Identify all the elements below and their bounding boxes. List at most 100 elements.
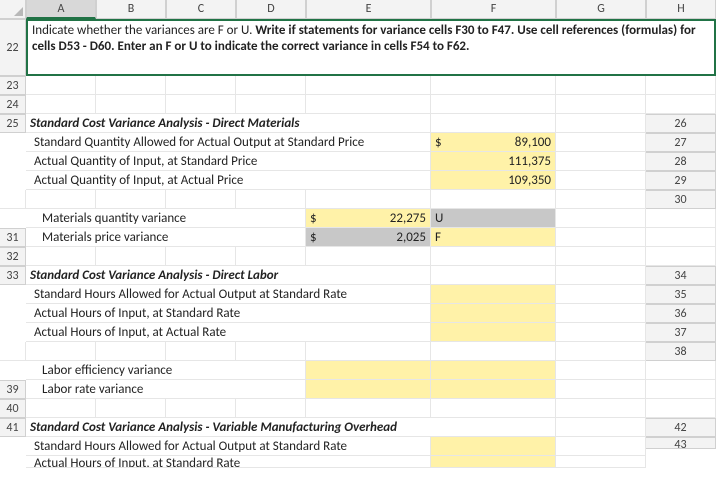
cell-E31[interactable]: $ 2,025 (306, 228, 431, 247)
cell-A26[interactable]: Standard Quantity Allowed for Actual Out… (26, 133, 431, 152)
cell-F30[interactable]: U (431, 209, 556, 228)
cell-D37[interactable] (166, 342, 236, 361)
cell-H32[interactable] (646, 247, 716, 266)
cell-E38[interactable] (306, 361, 431, 380)
row-header-26[interactable]: 26 (646, 114, 716, 133)
cell-G24[interactable] (556, 95, 646, 114)
row-header-27[interactable]: 27 (646, 133, 716, 152)
row-header-42[interactable]: 42 (646, 418, 716, 437)
row-header-23[interactable]: 23 (0, 76, 26, 95)
cell-B23[interactable] (96, 76, 166, 95)
col-header-D[interactable]: D (236, 0, 306, 19)
col-header-G[interactable]: G (556, 0, 646, 19)
cell-F38[interactable] (431, 361, 556, 380)
cell-D32[interactable] (236, 247, 306, 266)
cell-A37[interactable] (0, 342, 26, 361)
row-header-31[interactable]: 31 (0, 228, 26, 247)
cell-A41[interactable]: Standard Cost Variance Analysis - Variab… (26, 418, 556, 437)
cell-G34[interactable] (431, 285, 556, 304)
cell-E24[interactable] (306, 95, 431, 114)
cell-A35[interactable]: Actual Hours of Input, at Standard Rate (26, 304, 431, 323)
cell-H29[interactable] (556, 190, 646, 209)
row-header-32[interactable]: 32 (0, 247, 26, 266)
cell-F39[interactable] (431, 380, 556, 399)
cell-A40[interactable] (26, 399, 96, 418)
spreadsheet-grid[interactable]: A B C D E F G H 22 Indicate whether the … (0, 0, 726, 475)
row-header-25[interactable]: 25 (0, 114, 26, 133)
cell-A24[interactable] (26, 95, 96, 114)
cell-H38[interactable] (646, 361, 716, 380)
cell-G40[interactable] (556, 399, 646, 418)
cell-B37[interactable] (26, 342, 96, 361)
cell-E39[interactable] (306, 380, 431, 399)
cell-B24[interactable] (96, 95, 166, 114)
col-header-B[interactable]: B (96, 0, 166, 19)
cell-C23[interactable] (166, 76, 236, 95)
row-header-43[interactable]: 43 (646, 437, 716, 449)
cell-D23[interactable] (236, 76, 306, 95)
cell-A39[interactable]: Labor rate variance (26, 380, 306, 399)
cell-H39[interactable] (646, 380, 716, 399)
cell-G33[interactable] (431, 266, 556, 285)
cell-E23[interactable] (306, 76, 431, 95)
cell-F29[interactable] (306, 190, 431, 209)
cell-H42[interactable] (556, 437, 646, 456)
cell-A43[interactable]: Actual Hours of Input, at Standard Rate (26, 456, 431, 468)
cell-G36[interactable] (431, 323, 556, 342)
cell-H43[interactable] (556, 456, 646, 468)
cell-F24[interactable] (431, 95, 556, 114)
cell-G25[interactable] (431, 114, 556, 133)
col-header-F[interactable]: F (431, 0, 556, 19)
cell-A36[interactable]: Actual Hours of Input, at Actual Rate (26, 323, 431, 342)
cell-A38[interactable]: Labor efficiency variance (26, 361, 306, 380)
col-header-H[interactable]: H (646, 0, 716, 19)
row-header-30[interactable]: 30 (646, 190, 716, 209)
cell-G30[interactable] (556, 209, 646, 228)
row-header-40[interactable]: 40 (0, 399, 26, 418)
cell-A31[interactable]: Materials price variance (26, 228, 306, 247)
cell-C29[interactable] (96, 190, 166, 209)
row-header-41[interactable]: 41 (0, 418, 26, 437)
cell-B40[interactable] (96, 399, 166, 418)
cell-H23[interactable] (646, 76, 716, 95)
cell-E40[interactable] (306, 399, 431, 418)
cell-E37[interactable] (236, 342, 306, 361)
cell-H41[interactable] (556, 418, 646, 437)
cell-F37[interactable] (306, 342, 431, 361)
cell-A42[interactable]: Standard Hours Allowed for Actual Output… (26, 437, 431, 456)
cell-A25[interactable]: Standard Cost Variance Analysis - Direct… (26, 114, 431, 133)
cell-G38[interactable] (556, 361, 646, 380)
cell-F32[interactable] (431, 247, 556, 266)
col-header-E[interactable]: E (306, 0, 431, 19)
col-header-C[interactable]: C (166, 0, 236, 19)
cell-A29[interactable] (0, 190, 26, 209)
cell-H33[interactable] (556, 266, 646, 285)
cell-H40[interactable] (646, 399, 716, 418)
cell-G39[interactable] (556, 380, 646, 399)
cell-A28[interactable]: Actual Quantity of Input, at Actual Pric… (26, 171, 431, 190)
cell-F23[interactable] (431, 76, 556, 95)
cell-H35[interactable] (556, 304, 646, 323)
cell-A32[interactable] (26, 247, 96, 266)
cell-F31[interactable]: F (431, 228, 556, 247)
cell-H26[interactable] (556, 133, 646, 152)
cell-A22[interactable]: Indicate whether the variances are F or … (26, 19, 716, 76)
cell-D24[interactable] (236, 95, 306, 114)
cell-A33[interactable]: Standard Cost Variance Analysis - Direct… (26, 266, 431, 285)
cell-G37[interactable] (431, 342, 556, 361)
row-header-39[interactable]: 39 (0, 380, 26, 399)
cell-H31[interactable] (646, 228, 716, 247)
cell-H30[interactable] (646, 209, 716, 228)
col-header-A[interactable]: A (26, 0, 96, 19)
cell-H34[interactable] (556, 285, 646, 304)
cell-D40[interactable] (236, 399, 306, 418)
cell-E30[interactable]: $ 22,275 (306, 209, 431, 228)
cell-B32[interactable] (96, 247, 166, 266)
row-header-38[interactable]: 38 (646, 342, 716, 361)
row-header-34[interactable]: 34 (646, 266, 716, 285)
cell-B29[interactable] (26, 190, 96, 209)
row-header-35[interactable]: 35 (646, 285, 716, 304)
cell-E29[interactable] (236, 190, 306, 209)
cell-F40[interactable] (431, 399, 556, 418)
cell-A34[interactable]: Standard Hours Allowed for Actual Output… (26, 285, 431, 304)
